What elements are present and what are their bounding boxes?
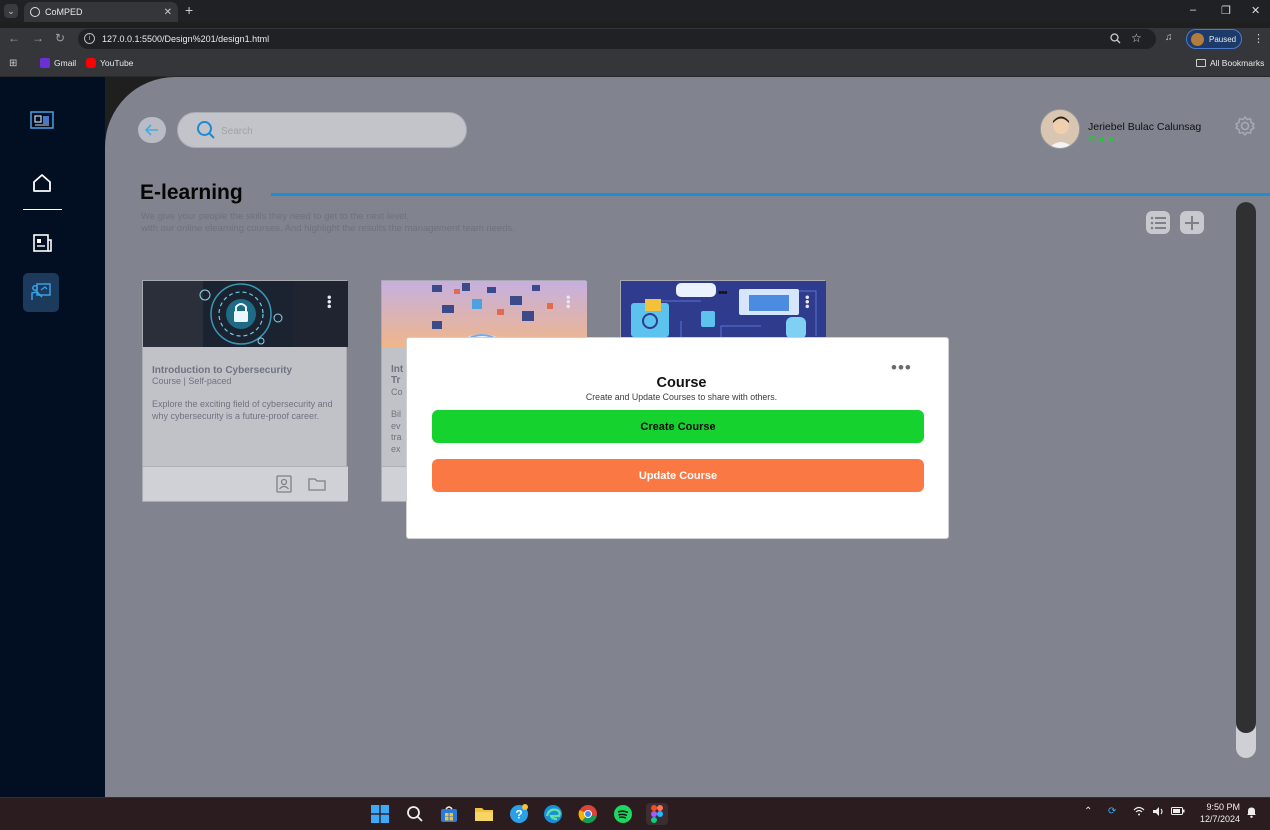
course-title-fragment: Tr: [391, 375, 401, 386]
course-description: Explore the exciting field of cybersecur…: [152, 399, 333, 421]
search-icon: [197, 121, 215, 139]
course-title-fragment: Int: [391, 364, 404, 375]
spotify-icon[interactable]: [612, 803, 634, 825]
bookmark-star-icon[interactable]: ☆: [1131, 31, 1142, 45]
avatar[interactable]: [1040, 109, 1080, 149]
clock-time: 9:50 PM: [1206, 802, 1240, 812]
update-course-button[interactable]: Update Course: [432, 459, 924, 492]
restore-button[interactable]: ❐: [1221, 4, 1231, 17]
back-nav-icon[interactable]: ←: [8, 31, 20, 45]
zoom-icon[interactable]: [1110, 33, 1121, 44]
description-line: with our online elearning courses. And h…: [141, 223, 515, 234]
bookmark-youtube[interactable]: YouTube: [86, 58, 133, 68]
instructor-icon[interactable]: [275, 475, 293, 493]
user-role: Student: [1088, 134, 1120, 144]
apps-grid-icon[interactable]: ⊞: [9, 58, 17, 69]
bookmark-label: YouTube: [100, 58, 134, 68]
modal-title: Course: [656, 375, 707, 391]
description-line: We give your people the skills they need…: [141, 211, 410, 222]
volume-icon[interactable]: [1152, 806, 1165, 820]
search-placeholder: Search: [221, 126, 253, 137]
tab-search-button[interactable]: ⌄: [4, 4, 18, 18]
wifi-icon[interactable]: [1133, 806, 1145, 819]
tab-close-icon[interactable]: ✕: [164, 7, 172, 18]
card-menu-icon[interactable]: •••: [800, 295, 815, 309]
windows-taskbar: [0, 797, 1270, 830]
figma-icon[interactable]: [646, 803, 668, 825]
taskbar-clock[interactable]: 9:50 PM 12/7/2024: [1190, 801, 1240, 825]
card-menu-icon[interactable]: •••: [322, 295, 337, 309]
course-image: [143, 281, 348, 347]
bookmarks-bar: [0, 50, 1270, 77]
reload-icon[interactable]: ↻: [55, 31, 65, 45]
svg-text:?: ?: [515, 808, 522, 822]
help-icon[interactable]: ?: [508, 803, 530, 825]
new-tab-button[interactable]: +: [185, 2, 193, 18]
sidebar-divider: [23, 209, 62, 210]
address-bar[interactable]: 127.0.0.1:5500/Design%201/design1.html: [78, 29, 1156, 49]
media-control-icon[interactable]: ♫: [1165, 32, 1173, 43]
search-taskbar-icon[interactable]: [404, 803, 426, 825]
profile-status: Paused: [1209, 34, 1237, 44]
card-footer: [143, 466, 348, 501]
browser-tab[interactable]: CoMPED ✕: [24, 2, 178, 22]
image-overlay-dots: •••: [718, 287, 728, 299]
start-icon[interactable]: [369, 803, 391, 825]
profile-button[interactable]: Paused: [1186, 29, 1242, 49]
store-icon[interactable]: [438, 803, 460, 825]
tab-favicon-icon: [30, 7, 40, 17]
bookmark-gmail[interactable]: Gmail: [40, 58, 76, 68]
list-icon: [1150, 216, 1166, 229]
page-title: E-learning: [140, 181, 243, 204]
gear-icon[interactable]: [1234, 115, 1256, 137]
forward-nav-icon[interactable]: →: [32, 31, 44, 45]
course-meta: Course | Self-paced: [152, 376, 232, 386]
course-meta: Co: [391, 387, 403, 397]
bookmark-label: Gmail: [54, 58, 77, 68]
sync-icon[interactable]: ⟳: [1108, 806, 1116, 817]
news-icon[interactable]: [24, 225, 60, 261]
course-card[interactable]: ••• Introduction to Cybersecurity Course…: [142, 280, 348, 502]
back-button[interactable]: [138, 117, 166, 143]
create-course-button[interactable]: Create Course: [432, 410, 924, 443]
title-underline: [271, 193, 1270, 196]
card-menu-icon[interactable]: •••: [561, 295, 576, 309]
folder-icon: [1196, 59, 1206, 67]
home-icon[interactable]: [24, 165, 60, 201]
url-text: 127.0.0.1:5500/Design%201/design1.html: [102, 34, 270, 44]
app-logo-icon[interactable]: [24, 102, 60, 138]
profile-avatar: [1191, 33, 1204, 46]
scrollbar-thumb[interactable]: [1236, 202, 1256, 733]
user-name: Jeriebel Bulac Calunsag: [1088, 121, 1202, 133]
gmail-icon: [40, 58, 50, 68]
all-bookmarks-label: All Bookmarks: [1210, 58, 1265, 68]
chrome-icon[interactable]: [577, 803, 599, 825]
close-window-button[interactable]: ✕: [1251, 4, 1260, 17]
plus-icon: [1185, 215, 1199, 230]
add-course-button[interactable]: [1180, 211, 1204, 234]
elearning-icon[interactable]: [23, 274, 59, 310]
page-description: We give your people the skills they need…: [141, 211, 515, 235]
browser-menu-icon[interactable]: ⋮: [1253, 32, 1264, 45]
notification-bell-icon[interactable]: [1246, 806, 1257, 821]
edge-icon[interactable]: [542, 803, 564, 825]
battery-icon[interactable]: [1171, 806, 1185, 819]
youtube-icon: [86, 58, 96, 68]
minimize-button[interactable]: –: [1190, 4, 1196, 16]
course-title: Introduction to Cybersecurity: [152, 365, 293, 376]
clock-date: 12/7/2024: [1199, 814, 1240, 824]
file-explorer-icon[interactable]: [473, 803, 495, 825]
site-info-icon[interactable]: i: [84, 33, 95, 44]
modal-subtitle: Create and Update Courses to share with …: [585, 392, 778, 402]
folder-icon[interactable]: [308, 476, 326, 492]
tab-title: CoMPED: [45, 7, 83, 17]
list-view-button[interactable]: [1146, 211, 1170, 234]
tray-expand-icon[interactable]: ⌃: [1084, 806, 1092, 817]
all-bookmarks[interactable]: All Bookmarks: [1196, 58, 1264, 68]
